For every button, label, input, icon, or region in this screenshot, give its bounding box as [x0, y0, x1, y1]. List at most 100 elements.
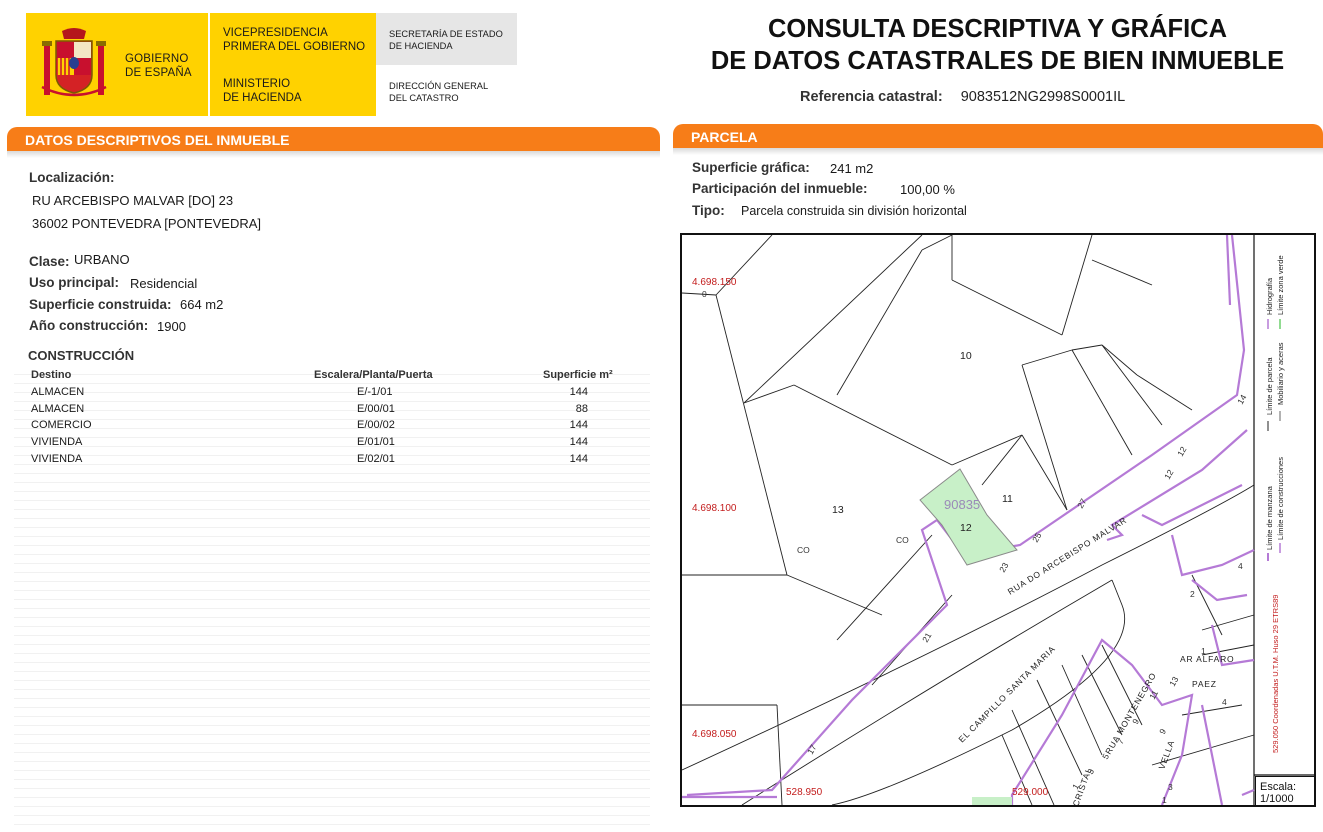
house-number: 9 [1157, 727, 1168, 736]
tipo-label: Tipo: [692, 203, 725, 218]
cell-destino: VIVIENDA [31, 436, 83, 448]
clase-label: Clase: [29, 254, 70, 269]
scale-label: Escala: [1260, 781, 1297, 793]
participacion-value: 100,00 % [900, 182, 955, 197]
coat-of-arms-icon [41, 28, 107, 97]
coord-x1: 528.950 [786, 787, 823, 798]
header-destino: Destino [31, 369, 72, 381]
superficie-grafica-label: Superficie gráfica: [692, 160, 810, 175]
cell-superficie: 144 [569, 419, 588, 431]
house-number: 25 [1030, 531, 1044, 544]
street-alfaro: AR ALFARO [1180, 654, 1234, 664]
cell-destino: ALMACEN [31, 403, 85, 415]
table-row: ALMACEN E/-1/01 144 [14, 384, 650, 401]
house-number: 17 [805, 743, 819, 756]
anio-label: Año construcción: [29, 318, 149, 333]
green-zone [972, 797, 1012, 805]
superficie-construida-value: 664 m2 [180, 297, 224, 312]
house-number: 0 [702, 289, 707, 299]
title-line1: CONSULTA DESCRIPTIVA Y GRÁFICA [767, 15, 1228, 43]
house-number: 12 [1175, 445, 1189, 458]
cadastral-map-drawing: 4.698.150 4.698.100 4.698.050 528.950 52… [682, 235, 1314, 805]
parcel-12: 12 [960, 522, 972, 534]
superficie-construida-label: Superficie construida: [29, 297, 172, 312]
cell-superficie: 144 [569, 436, 588, 448]
cell-superficie: 144 [569, 386, 588, 398]
section-bar-descriptive: DATOS DESCRIPTIVOS DEL INMUEBLE [7, 127, 660, 158]
legend-construcciones: Límite de construcciones [1276, 457, 1285, 540]
section-bar-parcela: PARCELA [673, 124, 1323, 155]
uso-value: Residencial [130, 276, 198, 291]
parcel-id: 90835 [944, 497, 980, 512]
secretaria-line1: SECRETARÍA DE ESTADO [389, 29, 503, 39]
header-escalera: Escalera/Planta/Puerta [314, 369, 433, 381]
house-number: 4 [1222, 697, 1227, 707]
participacion-label: Participación del inmueble: [692, 181, 868, 196]
table-row: VIVIENDA E/02/01 144 [14, 451, 650, 468]
house-number: 13 [1167, 675, 1181, 688]
direccion-line2: DEL CATASTRO [389, 93, 459, 103]
co-label: CO [797, 545, 810, 555]
subject-parcel [919, 468, 1018, 566]
house-number: 21 [920, 631, 934, 644]
street-main: RUA DO ARCEBISPO MALVAR [1006, 515, 1129, 597]
cell-escalera: E/02/01 [357, 453, 395, 465]
ref-value: 9083512NG2998S0001IL [960, 89, 1126, 105]
cell-superficie: 88 [575, 403, 588, 415]
ministry-line1: MINISTERIO [223, 78, 291, 90]
cadastral-reference: Referencia catastral: 9083512NG2998S0001… [800, 89, 1125, 105]
legend-parcela: Límite de parcela [1265, 357, 1274, 415]
cell-destino: COMERCIO [31, 419, 92, 431]
legend-manzana: Límite de manzana [1265, 485, 1274, 550]
table-row: ALMACEN E/00/01 88 [14, 401, 650, 418]
house-number: 4 [1238, 561, 1243, 571]
anio-value: 1900 [157, 319, 186, 334]
scale-box: Escala: 1/1000 [1255, 776, 1314, 805]
street-campillo: EL CAMPILLO SANTA MARIA [956, 643, 1057, 744]
coord-y1: 4.698.150 [692, 277, 737, 288]
vice-line1: VICEPRESIDENCIA [223, 27, 328, 39]
tipo-value: Parcela construida sin división horizont… [741, 204, 967, 218]
coord-y2: 4.698.100 [692, 503, 737, 514]
uso-label: Uso principal: [29, 275, 120, 290]
construccion-title: CONSTRUCCIÓN [28, 348, 135, 363]
coord-x2: 529.000 [1012, 787, 1049, 798]
gov-name-line1: GOBIERNO [125, 53, 189, 65]
cell-escalera: E/00/01 [357, 403, 395, 415]
legend-zona-verde: Límite zona verde [1276, 255, 1285, 315]
parcel-13: 13 [832, 504, 844, 516]
cell-destino: ALMACEN [31, 386, 85, 398]
street-vella: VELLA [1156, 739, 1176, 771]
cell-destino: VIVIENDA [31, 453, 83, 465]
utm-note: 529.050 Coordenadas U.T.M. Huso 29 ETRS8… [1271, 595, 1280, 753]
location-label: Localización: [29, 170, 115, 185]
parcel-10: 10 [960, 350, 972, 362]
house-number: 23 [997, 561, 1011, 574]
legend-mobiliario: Mobiliario y aceras [1276, 342, 1285, 405]
gov-name-line2: DE ESPAÑA [125, 67, 192, 79]
street-paez: PAEZ [1192, 679, 1217, 689]
document-title: CONSULTA DESCRIPTIVA Y GRÁFICA DE DATOS … [700, 13, 1295, 77]
vice-line2: PRIMERA DEL GOBIERNO [223, 41, 366, 53]
house-number: 3 [1168, 782, 1173, 792]
house-number: 2 [1190, 589, 1195, 599]
cell-superficie: 144 [569, 453, 588, 465]
cell-escalera: E/01/01 [357, 436, 395, 448]
title-line2: DE DATOS CATASTRALES DE BIEN INMUEBLE [710, 47, 1285, 75]
secretaria-line2: DE HACIENDA [389, 41, 453, 51]
gov-name: GOBIERNO DE ESPAÑA [125, 52, 192, 80]
scale-value: 1/1000 [1260, 793, 1294, 805]
coord-y3: 4.698.050 [692, 729, 737, 740]
ref-label: Referencia catastral: [800, 89, 943, 105]
ministry-line2: DE HACIENDA [223, 92, 302, 104]
ministerio: MINISTERIO DE HACIENDA [223, 77, 302, 105]
house-number: 1 [1162, 795, 1167, 805]
legend-hidrografia: Hidrografía [1265, 277, 1274, 315]
house-number: 1 [1201, 646, 1206, 656]
cell-escalera: E/00/02 [357, 419, 395, 431]
superficie-grafica-value: 241 m2 [830, 161, 874, 176]
clase-value: URBANO [74, 252, 130, 267]
direccion-general: DIRECCIÓN GENERAL DEL CATASTRO [389, 80, 488, 104]
cell-escalera: E/-1/01 [357, 386, 393, 398]
address-line1: RU ARCEBISPO MALVAR [DO] 23 [32, 193, 234, 208]
